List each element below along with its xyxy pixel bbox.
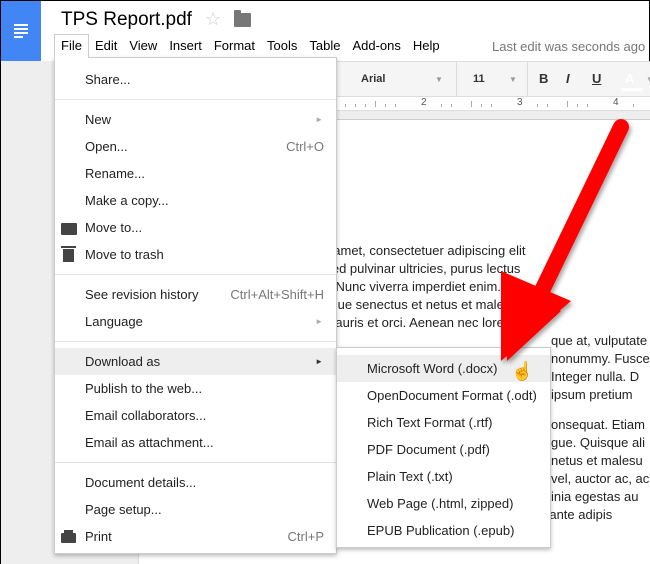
menu-item-email-attachment[interactable]: Email as attachment... (55, 429, 336, 456)
submenu-item-odt[interactable]: OpenDocument Format (.odt) (337, 382, 550, 409)
menu-tools[interactable]: Tools (261, 34, 303, 58)
submenu-arrow-icon: ► (315, 357, 323, 366)
menu-item-open[interactable]: Open... Ctrl+O (55, 133, 336, 160)
menubar: File Edit View Insert Format Tools Table… (54, 34, 446, 58)
menu-item-move-to-trash[interactable]: Move to trash (55, 241, 336, 268)
menu-divider (55, 341, 336, 342)
font-dropdown-icon[interactable]: ▼ (435, 75, 443, 84)
folder-icon[interactable] (234, 10, 251, 27)
last-edit-status[interactable]: Last edit was seconds ago (492, 39, 645, 54)
text-color-swatch (621, 88, 643, 91)
menu-addons[interactable]: Add-ons (346, 34, 406, 58)
ruler-label: 3 (517, 97, 523, 108)
trash-icon (61, 246, 76, 262)
file-menu: Share... New ► Open... Ctrl+O Rename... Ma… (54, 57, 337, 554)
italic-button[interactable]: I (566, 71, 570, 86)
menu-item-label: Document details... (85, 475, 197, 490)
menu-item-publish[interactable]: Publish to the web... (55, 375, 336, 402)
menu-file[interactable]: File (54, 34, 89, 58)
font-select[interactable]: Arial (361, 73, 385, 85)
shortcut-label: Ctrl+Alt+Shift+H (230, 287, 324, 302)
menu-item-document-details[interactable]: Document details... (55, 469, 336, 496)
print-icon (61, 530, 76, 543)
menu-item-rename[interactable]: Rename... (55, 160, 336, 187)
menu-item-label: Publish to the web... (85, 381, 203, 396)
menu-item-revision-history[interactable]: See revision history Ctrl+Alt+Shift+H (55, 281, 336, 308)
menu-divider (55, 462, 336, 463)
submenu-arrow-icon: ► (315, 317, 323, 326)
shortcut-label: Ctrl+O (286, 139, 324, 154)
bold-button[interactable]: B (539, 71, 548, 86)
font-size-dropdown-icon[interactable]: ▼ (509, 75, 517, 84)
menu-item-share[interactable]: Share... (55, 66, 336, 93)
menu-item-page-setup[interactable]: Page setup... (55, 496, 336, 523)
shortcut-label: Ctrl+P (287, 529, 324, 544)
submenu-item-epub[interactable]: EPUB Publication (.epub) (337, 517, 550, 544)
docs-logo[interactable] (1, 1, 41, 61)
font-size-select[interactable]: 11 (473, 73, 485, 85)
ruler-label: 2 (421, 97, 427, 108)
menu-item-label: Language (85, 314, 143, 329)
toolbar-divider (527, 62, 528, 97)
document-title[interactable]: TPS Report.pdf (61, 9, 192, 31)
submenu-arrow-icon: ► (315, 115, 323, 124)
menu-item-label: Print (85, 529, 112, 544)
menu-item-label: Share... (85, 72, 131, 87)
menu-item-label: Rename... (85, 166, 145, 181)
menu-item-label: Move to... (85, 220, 143, 235)
menu-view[interactable]: View (123, 34, 163, 58)
menu-item-label: Email collaborators... (85, 408, 207, 423)
menu-item-label: New (85, 112, 112, 127)
submenu-item-rtf[interactable]: Rich Text Format (.rtf) (337, 409, 550, 436)
text-color-button[interactable]: A (625, 71, 634, 86)
text-color-dropdown-icon[interactable]: ▼ (646, 75, 650, 84)
menu-item-label: Email as attachment... (85, 435, 214, 450)
docs-logo-icon (14, 22, 28, 40)
menu-format[interactable]: Format (208, 34, 261, 58)
menu-item-make-copy[interactable]: Make a copy... (55, 187, 336, 214)
menu-item-language[interactable]: Language ► (55, 308, 336, 335)
menu-item-new[interactable]: New ► (55, 106, 336, 133)
ruler-label: 4 (613, 97, 619, 108)
menu-item-download-as[interactable]: Download as ► (55, 348, 336, 375)
submenu-item-txt[interactable]: Plain Text (.txt) (337, 463, 550, 490)
menu-table[interactable]: Table (303, 34, 346, 58)
star-icon[interactable]: ☆ (205, 9, 221, 30)
submenu-item-html[interactable]: Web Page (.html, zipped) (337, 490, 550, 517)
folder-icon (61, 223, 77, 235)
hand-cursor-icon: ☝ (511, 361, 534, 381)
menu-item-label: See revision history (85, 287, 199, 302)
menu-item-move-to[interactable]: Move to... (55, 214, 336, 241)
menu-item-label: Make a copy... (85, 193, 169, 208)
menu-insert[interactable]: Insert (163, 34, 208, 58)
menu-help[interactable]: Help (407, 34, 446, 58)
menu-item-print[interactable]: Print Ctrl+P (55, 523, 336, 550)
menu-edit[interactable]: Edit (89, 34, 123, 58)
menu-divider (55, 99, 336, 100)
menu-divider (55, 274, 336, 275)
submenu-item-pdf[interactable]: PDF Document (.pdf) (337, 436, 550, 463)
menu-item-label: Move to trash (85, 247, 164, 262)
menu-item-label: Page setup... (85, 502, 162, 517)
menu-item-email-collaborators[interactable]: Email collaborators... (55, 402, 336, 429)
menu-item-label: Open... (85, 139, 128, 154)
underline-button[interactable]: U (592, 71, 601, 86)
menu-item-label: Download as (85, 354, 161, 369)
toolbar-divider (456, 62, 457, 97)
